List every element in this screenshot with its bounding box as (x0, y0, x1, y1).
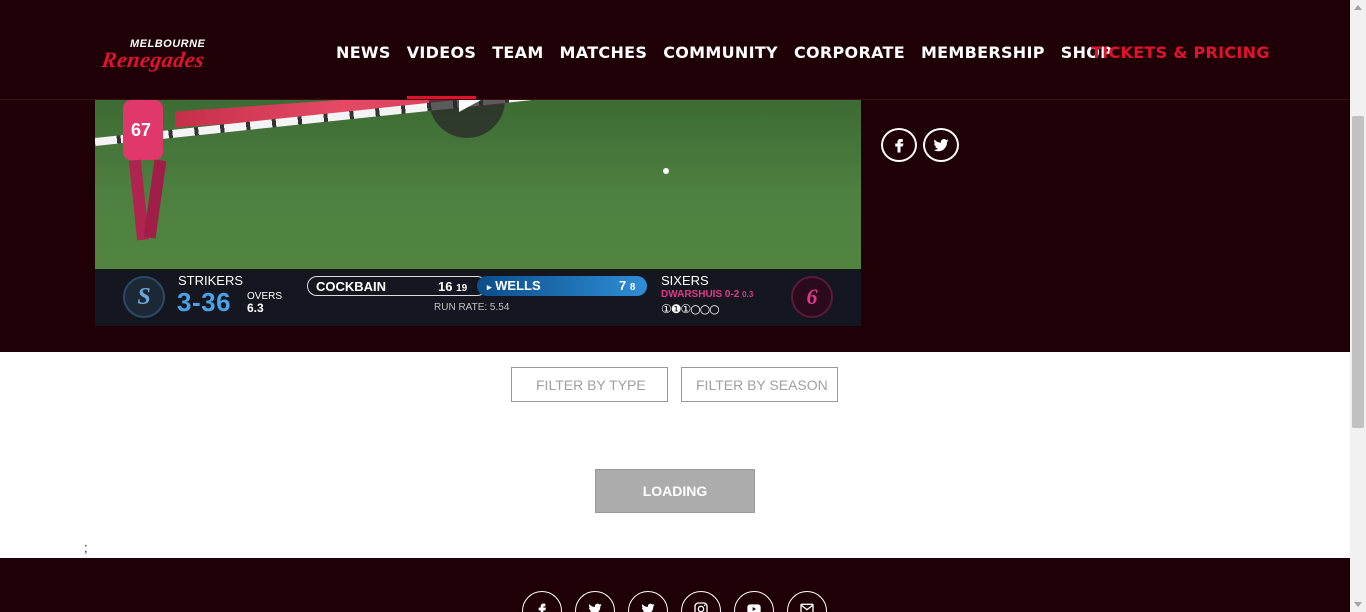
batter-2: ▸ WELLS 7 8 (477, 276, 647, 296)
footer-instagram-link[interactable] (681, 591, 721, 612)
video-player[interactable]: 67 S STRIKERS 3-36 OVERS 6.3 COCKBAIN 16… (95, 100, 861, 326)
footer-twitter-link-2[interactable] (628, 591, 668, 612)
main-nav: NEWS VIDEOS TEAM MATCHES COMMUNITY CORPO… (336, 43, 1128, 99)
batter-1-score: 16 19 (438, 279, 468, 294)
bowler-figures: DWARSHUIS 0-2 0.3 (661, 289, 754, 300)
logo-main-text: Renegades (100, 47, 207, 72)
facebook-icon (538, 603, 546, 612)
twitter-icon (933, 138, 949, 152)
instagram-icon (694, 602, 708, 612)
footer-facebook-link[interactable] (522, 591, 562, 612)
stray-text: ; (84, 540, 88, 555)
twitter-icon (641, 603, 655, 612)
batter-1-name: COCKBAIN (316, 279, 387, 294)
filter-by-type-dropdown[interactable]: FILTER BY TYPE (511, 367, 668, 402)
team-score: 3-36 (177, 287, 232, 317)
cricket-ball (663, 168, 669, 174)
renegades-logo[interactable]: MELBOURNE Renegades (100, 38, 230, 78)
footer-email-link[interactable] (787, 591, 827, 612)
nav-item-membership[interactable]: MEMBERSHIP (921, 43, 1045, 99)
nav-item-team[interactable]: TEAM (492, 43, 543, 99)
footer-social-links (522, 591, 827, 612)
tickets-pricing-link[interactable]: TICKETS & PRICING (1091, 43, 1270, 62)
facebook-icon (895, 139, 904, 153)
site-header: MELBOURNE Renegades NEWS VIDEOS TEAM MAT… (0, 0, 1350, 100)
scroll-thumb[interactable] (1352, 116, 1364, 428)
scroll-up-icon[interactable] (1354, 5, 1362, 10)
run-rate: RUN RATE: 5.54 (434, 302, 510, 313)
facebook-share-button[interactable] (881, 128, 917, 162)
batter-2-name: ▸ WELLS (487, 278, 541, 293)
batter-1: COCKBAIN 16 19 (307, 276, 487, 296)
over-balls: ①❶①○○○ (661, 302, 720, 316)
batter-2-score: 7 8 (619, 278, 636, 293)
site-footer (0, 558, 1350, 612)
share-buttons (881, 128, 959, 162)
video-hero: 67 S STRIKERS 3-36 OVERS 6.3 COCKBAIN 16… (0, 100, 1350, 352)
batting-team: STRIKERS (178, 273, 244, 288)
twitter-icon (588, 603, 602, 612)
filter-by-season-dropdown[interactable]: FILTER BY SEASON (681, 367, 838, 402)
nav-item-matches[interactable]: MATCHES (560, 43, 648, 99)
twitter-share-button[interactable] (923, 128, 959, 162)
loading-button[interactable]: LOADING (595, 469, 755, 513)
nav-item-videos[interactable]: VIDEOS (406, 43, 477, 99)
scroll-down-icon[interactable] (1354, 602, 1362, 607)
youtube-icon (747, 604, 761, 612)
email-icon (800, 603, 814, 612)
overs-value: 6.3 (247, 301, 264, 315)
player-number: 67 (131, 120, 152, 140)
nav-item-community[interactable]: COMMUNITY (663, 43, 778, 99)
sixers-logo-icon: 6 (791, 276, 833, 318)
nav-item-corporate[interactable]: CORPORATE (794, 43, 905, 99)
footer-twitter-link[interactable] (575, 591, 615, 612)
footer-youtube-link[interactable] (734, 591, 774, 612)
bowling-team: SIXERS (661, 273, 709, 288)
nav-item-news[interactable]: NEWS (336, 43, 391, 99)
strikers-logo-icon: S (123, 276, 165, 318)
page-scrollbar[interactable] (1350, 0, 1366, 612)
fielder-figure: 67 (115, 100, 175, 250)
scoreboard: S STRIKERS 3-36 OVERS 6.3 COCKBAIN 16 19… (95, 269, 861, 326)
